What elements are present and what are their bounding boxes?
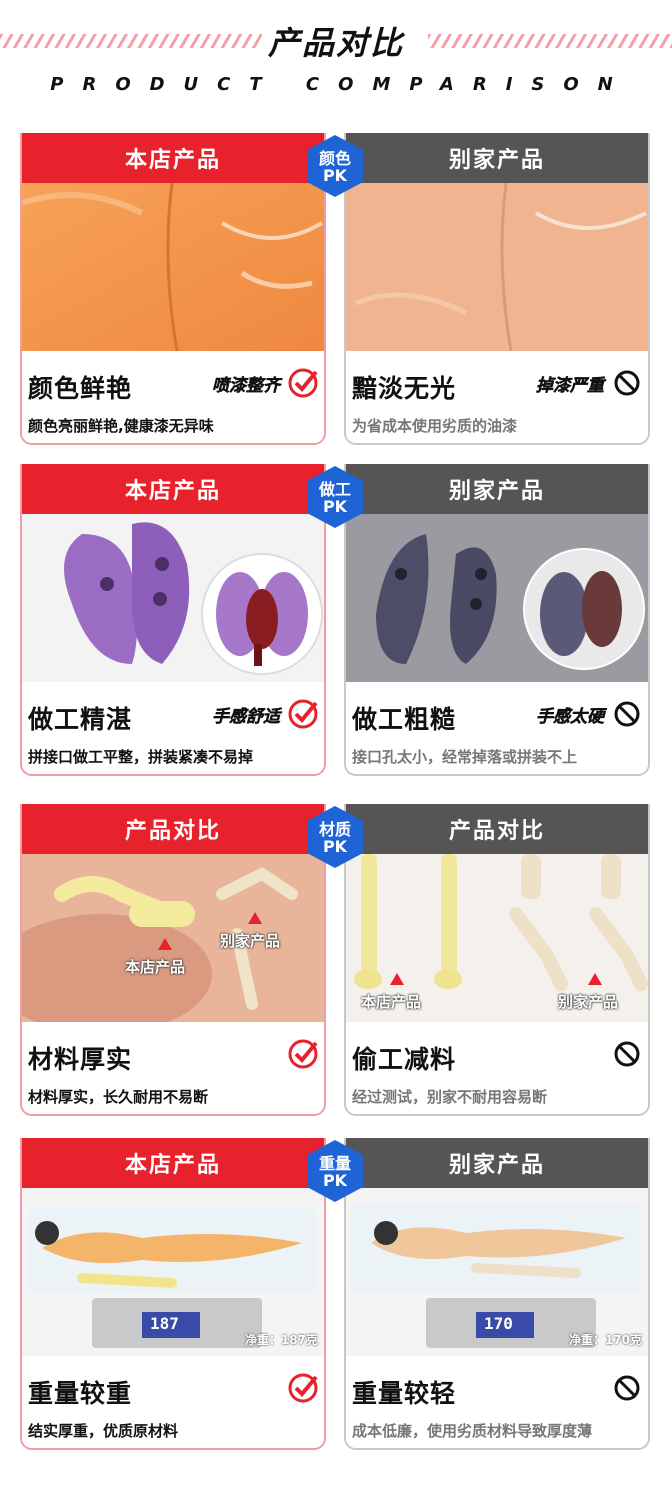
net-weight-label: 净重：170克 [568,1333,642,1347]
feature-description: 结实厚重，优质原材料 [28,1422,179,1440]
scale-readout: 170 [484,1314,513,1333]
card-header: 别家产品 [346,1138,648,1188]
check-icon [288,368,318,398]
prohibited-icon [614,1375,640,1401]
product-photo [346,183,648,351]
product-photo [22,183,324,351]
feature-tag: 掉漆严重 [536,376,604,396]
feature-title: 偷工减料 [352,1045,457,1074]
photo-label: 本店产品 [361,993,422,1011]
product-photo [22,514,324,682]
comparison-section-color: 颜色 PK 本店产品 颜色鲜艳 喷漆整齐 颜色亮丽鲜艳,健康漆无异味 别家产品 [20,133,650,449]
photo-label: 别家产品 [220,932,281,950]
marker-arrow [588,973,602,985]
other-product-card: 别家产品 黯淡无光 掉漆严重 为省成本使用劣质的油漆 [344,133,650,445]
our-product-card: 本店产品 做工精湛 手感舒适 拼接口做工平整，拼装紧凑不易掉 [20,464,326,776]
card-header: 别家产品 [346,133,648,183]
prohibited-icon [614,701,640,727]
feature-tag: 喷漆整齐 [212,376,280,396]
other-product-card: 别家产品 170 净重：170克 重量较轻 成本低廉，使用劣质材料导致厚度薄 [344,1138,650,1450]
feature-title: 材料厚实 [28,1045,133,1074]
card-header: 本店产品 [22,464,324,514]
pk-badge: 做工 PK [305,464,365,530]
our-product-card: 产品对比 本店产品 别家产品 材料厚实 材料厚实，长久耐用不易断 [20,804,326,1116]
check-icon [288,1373,318,1403]
feature-description: 颜色亮丽鲜艳,健康漆无异味 [28,417,214,435]
marker-arrow [248,912,262,924]
net-weight-label: 净重：187克 [244,1333,318,1347]
feature-title: 做工粗糙 [352,705,457,734]
card-header: 产品对比 [22,804,324,854]
page-subtitle: PRODUCT COMPARISON [50,74,632,95]
feature-title: 做工精湛 [28,705,133,734]
card-header: 别家产品 [346,464,648,514]
pk-badge: 颜色 PK [305,133,365,199]
page-title: 产品对比 [267,24,404,62]
card-header: 产品对比 [346,804,648,854]
pk-badge: 重量 PK [305,1138,365,1204]
feature-description: 经过测试，别家不耐用容易断 [352,1088,548,1106]
check-icon [288,1039,318,1069]
page-header: 产品对比 PRODUCT COMPARISON [0,0,672,110]
prohibited-icon [614,370,640,396]
feature-tag: 手感舒适 [212,707,280,727]
photo-label: 别家产品 [558,993,619,1011]
check-icon [288,699,318,729]
other-product-card: 产品对比 本店产品 别家产品 偷工减料 经过测试，别家不耐用容易断 [344,804,650,1116]
feature-description: 材料厚实，长久耐用不易断 [28,1088,209,1106]
card-header: 本店产品 [22,1138,324,1188]
comparison-section-weight: 重量 PK 本店产品 187 净重：187克 重量较重 结实厚重，优质原材料 别… [20,1138,650,1454]
product-photo: 本店产品 别家产品 [22,854,324,1022]
comparison-section-material: 材质 PK 产品对比 本店产品 别家产品 材料厚实 材料厚实，长久耐用不易断 产… [20,804,650,1120]
our-product-card: 本店产品 颜色鲜艳 喷漆整齐 颜色亮丽鲜艳,健康漆无异味 [20,133,326,445]
other-product-card: 别家产品 做工粗糙 手感太硬 接口孔太小，经常掉落或拼装不上 [344,464,650,776]
marker-arrow [158,938,172,950]
feature-description: 成本低廉，使用劣质材料导致厚度薄 [352,1422,593,1440]
feature-title: 重量较重 [28,1379,133,1408]
product-photo: 170 净重：170克 [346,1188,648,1356]
pk-badge: 材质 PK [305,804,365,870]
product-photo: 187 净重：187克 [22,1188,324,1356]
feature-title: 重量较轻 [352,1379,457,1408]
feature-title: 黯淡无光 [352,374,457,403]
feature-description: 为省成本使用劣质的油漆 [352,417,518,435]
feature-title: 颜色鲜艳 [28,374,133,403]
our-product-card: 本店产品 187 净重：187克 重量较重 结实厚重，优质原材料 [20,1138,326,1450]
comparison-section-workmanship: 做工 PK 本店产品 做工精湛 手感舒适 拼接口做工平整，拼装紧凑不易掉 别家产… [20,464,650,780]
scale-readout: 187 [150,1314,179,1333]
prohibited-icon [614,1041,640,1067]
feature-tag: 手感太硬 [536,707,604,727]
product-photo: 本店产品 别家产品 [346,854,648,1022]
photo-label: 本店产品 [125,958,186,976]
card-header: 本店产品 [22,133,324,183]
feature-description: 拼接口做工平整，拼装紧凑不易掉 [28,748,254,766]
feature-description: 接口孔太小，经常掉落或拼装不上 [352,748,578,766]
product-photo [346,514,648,682]
marker-arrow [390,973,404,985]
